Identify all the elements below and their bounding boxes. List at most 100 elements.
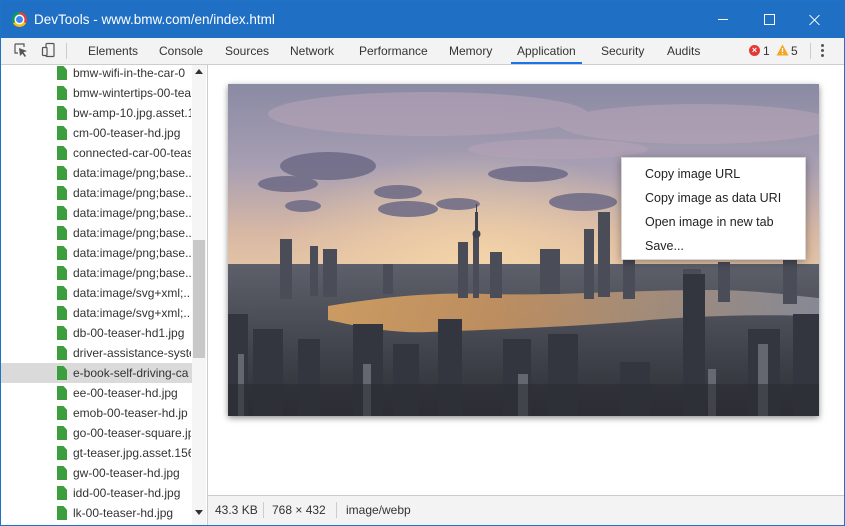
image-file-icon — [57, 326, 67, 340]
file-tree-item[interactable]: data:image/svg+xml;... — [1, 283, 192, 303]
file-tree-item-label: data:image/png;base... — [73, 166, 191, 180]
scroll-up-icon[interactable] — [195, 69, 203, 74]
image-file-icon — [57, 426, 67, 440]
file-tree-item-label: bw-amp-10.jpg.asset.1 — [73, 106, 191, 120]
file-tree-item[interactable]: data:image/png;base... — [1, 203, 192, 223]
status-divider — [336, 502, 337, 518]
error-count[interactable]: 1 — [763, 38, 770, 64]
tab-performance[interactable]: Performance — [359, 38, 428, 64]
file-tree-item[interactable]: data:image/png;base... — [1, 263, 192, 283]
scrollbar-thumb[interactable] — [193, 240, 205, 358]
image-file-icon — [57, 186, 67, 200]
tab-network[interactable]: Network — [290, 38, 334, 64]
error-circle-icon[interactable]: × — [749, 45, 760, 56]
image-file-icon — [57, 66, 67, 80]
file-tree-item[interactable]: data:image/png;base... — [1, 183, 192, 203]
image-file-icon — [57, 406, 67, 420]
chrome-icon — [12, 12, 27, 27]
file-tree-item-label: gt-teaser.jpg.asset.156 — [73, 446, 191, 460]
status-divider — [263, 502, 264, 518]
toolbar-divider — [810, 43, 811, 59]
file-tree-item[interactable]: cm-00-teaser-hd.jpg — [1, 123, 192, 143]
sidebar-scrollbar[interactable] — [192, 65, 206, 525]
image-file-icon — [57, 366, 67, 380]
tab-audits[interactable]: Audits — [667, 38, 700, 64]
image-file-icon — [57, 86, 67, 100]
file-tree-item[interactable]: data:image/png;base... — [1, 163, 192, 183]
tab-sources[interactable]: Sources — [225, 38, 269, 64]
file-tree-item-label: data:image/png;base... — [73, 206, 191, 220]
file-tree-item-label: idd-00-teaser-hd.jpg — [73, 486, 181, 500]
more-options-icon[interactable] — [820, 43, 826, 59]
menu-open-image-new-tab[interactable]: Open image in new tab — [645, 215, 774, 229]
image-file-size: 43.3 KB — [215, 503, 258, 517]
menu-save-image[interactable]: Save... — [645, 239, 684, 253]
file-tree-item[interactable]: go-00-teaser-square.jp — [1, 423, 192, 443]
warning-triangle-icon[interactable] — [776, 44, 789, 56]
file-tree-item-label: gw-00-teaser-hd.jpg — [73, 466, 180, 480]
file-tree-item[interactable]: lk-00-teaser-hd.jpg — [1, 503, 192, 523]
image-file-icon — [57, 146, 67, 160]
file-tree-item-label: ee-00-teaser-hd.jpg — [73, 386, 178, 400]
file-tree-item[interactable]: idd-00-teaser-hd.jpg — [1, 483, 192, 503]
file-tree-item-label: go-00-teaser-square.jp — [73, 426, 191, 440]
image-file-icon — [57, 286, 67, 300]
close-icon — [809, 14, 821, 26]
file-tree-item[interactable]: bmw-wintertips-00-tea — [1, 83, 192, 103]
tab-application[interactable]: Application — [511, 38, 582, 64]
panel-tab-bar: Elements Console Sources Network Perform… — [1, 38, 844, 65]
resource-tree: bmw-wifi-in-the-car-0 bmw-wintertips-00-t… — [1, 65, 208, 525]
image-file-icon — [57, 266, 67, 280]
file-tree-item-label: data:image/svg+xml;... — [73, 306, 191, 320]
window-title: DevTools - www.bmw.com/en/index.html — [34, 12, 275, 27]
file-tree-item[interactable]: connected-car-00-teas — [1, 143, 192, 163]
menu-copy-image-data-uri[interactable]: Copy image as data URI — [645, 191, 781, 205]
menu-copy-image-url[interactable]: Copy image URL — [645, 167, 740, 181]
file-tree-item-label: bmw-wintertips-00-tea — [73, 86, 191, 100]
image-file-icon — [57, 446, 67, 460]
file-tree-item[interactable]: bmw-wifi-in-the-car-0 — [1, 65, 192, 83]
image-file-icon — [57, 246, 67, 260]
image-mime-type: image/webp — [346, 503, 411, 517]
file-tree-item[interactable]: data:image/svg+xml;... — [1, 303, 192, 323]
image-file-icon — [57, 506, 67, 520]
file-tree-item[interactable]: driver-assistance-syste — [1, 343, 192, 363]
file-tree-item[interactable]: gw-00-teaser-hd.jpg — [1, 463, 192, 483]
maximize-button[interactable] — [746, 1, 792, 38]
close-button[interactable] — [792, 1, 838, 38]
tab-memory[interactable]: Memory — [449, 38, 492, 64]
file-tree-item[interactable]: data:image/png;base... — [1, 223, 192, 243]
inspect-element-icon[interactable] — [13, 42, 29, 58]
image-file-icon — [57, 226, 67, 240]
image-dimensions: 768 × 432 — [272, 503, 326, 517]
warning-count[interactable]: 5 — [791, 38, 798, 64]
tab-elements[interactable]: Elements — [88, 38, 138, 64]
file-tree-item-label: data:image/png;base... — [73, 246, 191, 260]
tab-console[interactable]: Console — [159, 38, 203, 64]
file-tree-item-label: data:image/png;base... — [73, 266, 191, 280]
image-file-icon — [57, 126, 67, 140]
image-file-icon — [57, 346, 67, 360]
file-tree-item[interactable]: emob-00-teaser-hd.jp — [1, 403, 192, 423]
file-tree-item-label: data:image/svg+xml;... — [73, 286, 191, 300]
file-tree-item[interactable]: gt-teaser.jpg.asset.156 — [1, 443, 192, 463]
file-tree-item-label: data:image/png;base... — [73, 186, 191, 200]
devtools-window: DevTools - www.bmw.com/en/index.html Ele… — [0, 0, 845, 526]
minimize-button[interactable] — [700, 1, 746, 38]
toolbar-divider — [66, 43, 67, 59]
device-toolbar-icon[interactable] — [41, 42, 57, 58]
file-tree-item[interactable]: ee-00-teaser-hd.jpg — [1, 383, 192, 403]
file-tree-item[interactable]: bw-amp-10.jpg.asset.1 — [1, 103, 192, 123]
image-preview-pane — [208, 65, 844, 494]
file-tree-item[interactable]: data:image/png;base... — [1, 243, 192, 263]
tab-security[interactable]: Security — [601, 38, 644, 64]
title-bar: DevTools - www.bmw.com/en/index.html — [1, 1, 844, 38]
file-tree-item-label: cm-00-teaser-hd.jpg — [73, 126, 181, 140]
image-file-icon — [57, 166, 67, 180]
scroll-down-icon[interactable] — [195, 510, 203, 515]
image-file-icon — [57, 386, 67, 400]
image-file-icon — [57, 106, 67, 120]
file-tree-item[interactable]: db-00-teaser-hd1.jpg — [1, 323, 192, 343]
file-tree-item[interactable]: e-book-self-driving-ca — [1, 363, 192, 383]
file-tree-item-label: e-book-self-driving-ca — [73, 366, 189, 380]
